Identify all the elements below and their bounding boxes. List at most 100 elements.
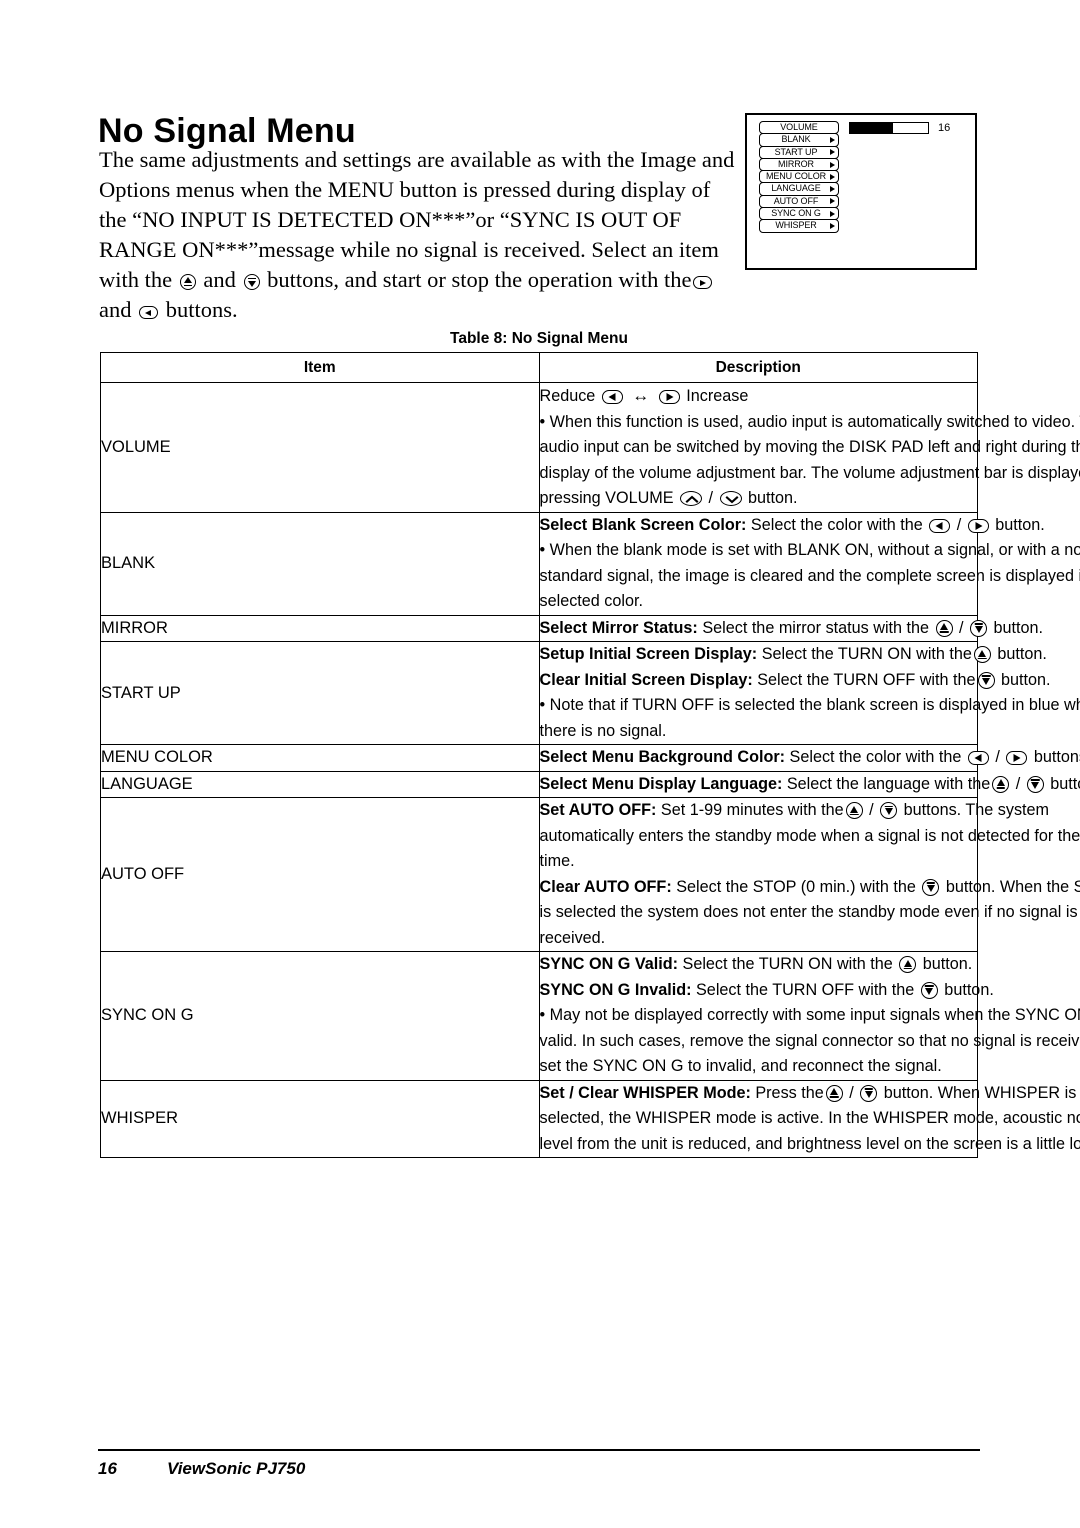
description-lead: Setup Initial Screen Display:	[539, 645, 758, 663]
table-cell-description: Reduce ↔ Increase • When this function is…	[538, 382, 1080, 513]
table-cell-description: Select Blank Screen Color: Select the co…	[538, 511, 1080, 616]
description-lead: Set AUTO OFF:	[539, 801, 657, 819]
disk-pad-up-icon	[935, 619, 953, 637]
table-cell-item: LANGUAGE	[100, 770, 540, 798]
description-lead: Select Blank Screen Color:	[539, 515, 747, 534]
disk-pad-up-icon	[899, 956, 917, 973]
intro-line: RANGE ON***”message while no signal is r…	[99, 237, 719, 262]
chevron-right-icon	[830, 161, 835, 168]
table-row: SYNC ON G SYNC ON G Valid: Select the TUR…	[100, 951, 1080, 1081]
disk-pad-up-icon	[973, 646, 991, 663]
description-line: • May not be displayed correctly with so…	[539, 1006, 1080, 1024]
description-line: standard signal, the image is cleared an…	[539, 566, 1080, 585]
disk-pad-left-icon	[139, 306, 159, 319]
description-line: set the SYNC ON G to invalid, and reconn…	[539, 1057, 942, 1075]
osd-volume-bar-group: 16	[849, 122, 950, 134]
description-line: display of the volume adjustment bar. Th…	[539, 463, 1080, 482]
volume-down-icon	[719, 491, 742, 506]
table-cell-item: START UP	[100, 641, 540, 745]
chevron-right-icon	[830, 173, 835, 180]
osd-menu-item-label: BLANK	[781, 134, 811, 145]
chevron-right-icon	[830, 223, 835, 230]
table-row: LANGUAGE Select Menu Display Language: Se…	[100, 770, 1080, 798]
table-row: VOLUME Reduce ↔ Increase • When this funct…	[100, 382, 1080, 513]
osd-menu-item-label: MIRROR	[778, 158, 814, 169]
description-lead: Clear Initial Screen Display:	[539, 670, 753, 689]
disk-pad-up-icon	[825, 1084, 843, 1102]
osd-volume-value: 16	[938, 122, 951, 134]
osd-menu-item-language[interactable]: LANGUAGE	[759, 182, 839, 196]
volume-up-icon	[680, 491, 703, 506]
osd-menu-item-label: AUTO OFF	[773, 195, 819, 206]
osd-menu-item-start-up[interactable]: START UP	[759, 145, 839, 159]
disk-pad-down-icon	[920, 981, 938, 999]
disk-pad-right-icon	[967, 518, 989, 533]
osd-menu-item-label: LANGUAGE	[771, 183, 821, 194]
table-cell-description: Set / Clear WHISPER Mode: Press the / bu…	[538, 1079, 1080, 1158]
osd-menu-diagram: VOLUME BLANK START UP MIRROR MENU COLOR LANGU…	[745, 113, 977, 270]
description-lead: Select Menu Background Color:	[539, 748, 786, 766]
disk-pad-down-icon	[922, 878, 940, 896]
description-lead: Set / Clear WHISPER Mode:	[539, 1083, 751, 1102]
disk-pad-right-icon	[1006, 751, 1028, 765]
intro-line: and buttons.	[99, 297, 238, 322]
description-line: Setup Initial Screen Display: Select the…	[539, 645, 1047, 663]
description-line: • When this function is used, audio inpu…	[539, 412, 1080, 431]
chevron-right-icon	[830, 198, 835, 205]
table-body: VOLUME Reduce ↔ Increase • When this funct…	[100, 382, 1080, 1158]
description-line: pressing VOLUME / button.	[539, 489, 798, 507]
intro-line: Options menus when the MENU button is pr…	[99, 177, 711, 202]
description-line: Select Menu Display Language: Select the…	[539, 774, 1080, 793]
description-line: is selected the system does not enter th…	[539, 903, 1078, 921]
description-lead: Select Mirror Status:	[539, 618, 698, 637]
table-cell-item: MIRROR	[100, 614, 540, 642]
osd-menu-item-mirror[interactable]: MIRROR	[759, 157, 839, 172]
description-line: Clear AUTO OFF: Select the STOP (0 min.)…	[539, 877, 1080, 896]
table-header-row: Item Description	[100, 352, 978, 383]
table-cell-item: WHISPER	[100, 1079, 540, 1158]
description-line: Select Mirror Status: Select the mirror …	[539, 618, 1044, 637]
intro-line: The same adjustments and settings are av…	[99, 147, 735, 172]
chevron-right-icon	[830, 210, 835, 217]
description-line: Select Blank Screen Color: Select the co…	[539, 515, 1045, 534]
disk-pad-up-icon	[179, 274, 196, 290]
osd-menu-list: VOLUME BLANK START UP MIRROR MENU COLOR LANGU…	[759, 121, 839, 233]
description-lead: SYNC ON G Valid:	[539, 955, 679, 973]
description-line: selected, the WHISPER mode is active. In…	[539, 1109, 1080, 1127]
osd-menu-item-whisper[interactable]: WHISPER	[759, 219, 839, 233]
osd-menu-item-menu-color[interactable]: MENU COLOR	[759, 170, 839, 184]
osd-menu-item-auto-off[interactable]: AUTO OFF	[759, 194, 839, 209]
footer-divider	[98, 1449, 980, 1451]
description-line: level from the unit is reduced, and brig…	[539, 1134, 1080, 1153]
table-cell-item: BLANK	[100, 511, 540, 616]
osd-menu-item-volume[interactable]: VOLUME	[759, 121, 839, 135]
description-line: • When the blank mode is set with BLANK …	[539, 541, 1080, 559]
description-line: time.	[539, 852, 575, 870]
description-line: Clear Initial Screen Display: Select the…	[539, 670, 1051, 689]
disk-pad-down-icon	[243, 274, 260, 290]
table-cell-description: Set AUTO OFF: Set 1-99 minutes with the …	[538, 797, 1080, 952]
disk-pad-left-icon	[929, 518, 951, 533]
left-right-arrow-icon: ↔	[632, 386, 650, 405]
osd-menu-item-sync-on-g[interactable]: SYNC ON G	[759, 207, 839, 221]
disk-pad-down-icon	[970, 619, 988, 637]
osd-menu-item-blank[interactable]: BLANK	[759, 133, 839, 147]
description-line: there is no signal.	[539, 721, 667, 740]
disk-pad-down-icon	[1026, 775, 1044, 793]
footer-page-number: 16	[98, 1459, 117, 1478]
description-line: Reduce ↔ Increase	[540, 383, 978, 410]
table-row: BLANK Select Blank Screen Color: Select t…	[100, 511, 1080, 616]
osd-menu-item-label: WHISPER	[775, 220, 817, 231]
disk-pad-up-icon	[845, 802, 863, 819]
chevron-right-icon	[830, 149, 835, 156]
table-cell-item: MENU COLOR	[100, 744, 540, 772]
description-line: SYNC ON G Valid: Select the TURN ON with…	[539, 955, 973, 973]
table-row: WHISPER Set / Clear WHISPER Mode: Press t…	[100, 1079, 1080, 1158]
disk-pad-down-icon	[880, 802, 898, 819]
description-line: • Note that if TURN OFF is selected the …	[539, 696, 1080, 714]
osd-menu-item-label: MENU COLOR	[765, 171, 826, 182]
description-line: selected color.	[539, 592, 643, 610]
osd-volume-bar	[849, 122, 929, 134]
table-row: MENU COLOR Select Menu Background Color: …	[100, 744, 1080, 772]
table-cell-description: Setup Initial Screen Display: Select the…	[538, 641, 1080, 745]
